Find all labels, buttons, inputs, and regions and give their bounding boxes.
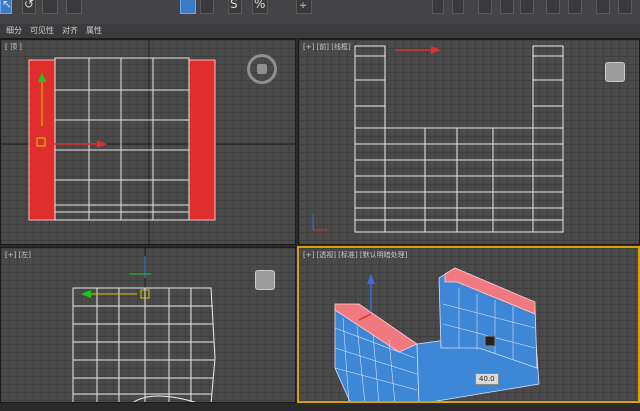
mirror-icon: ⧾ xyxy=(300,0,307,11)
viewcube[interactable] xyxy=(605,62,625,82)
scene-explorer-button[interactable] xyxy=(452,0,464,14)
status-bar xyxy=(0,403,640,411)
value-tooltip: 40.0 xyxy=(475,373,499,385)
tab-properties[interactable]: 属性 xyxy=(86,25,102,36)
viewcube[interactable] xyxy=(255,270,275,290)
render-frame-button[interactable] xyxy=(568,0,582,14)
unlink-button[interactable] xyxy=(66,0,82,14)
curve-editor-button[interactable] xyxy=(478,0,492,14)
render-button[interactable] xyxy=(596,0,610,14)
perspective-mesh xyxy=(334,267,540,401)
snap-icon: S xyxy=(230,0,238,11)
tab-align[interactable]: 对齐 xyxy=(62,25,78,36)
render-setup-button[interactable] xyxy=(546,0,560,14)
tab-subdivision[interactable]: 细分 xyxy=(6,25,22,36)
tab-visibility[interactable]: 可见性 xyxy=(30,25,54,36)
link-button[interactable] xyxy=(42,0,58,14)
undo-icon: ↺ xyxy=(24,0,35,11)
viewport-front[interactable]: [+] [前] [线框] xyxy=(298,39,640,245)
rotate-button[interactable] xyxy=(200,0,214,14)
ribbon-tabs: 细分 可见性 对齐 属性 xyxy=(0,24,640,39)
move-button[interactable] xyxy=(180,0,196,14)
material-editor-button[interactable] xyxy=(520,0,534,14)
viewport-left[interactable]: [+] [左] xyxy=(0,247,296,403)
main-toolbar: ↖ ↺ S % ⧾ xyxy=(0,0,640,25)
schematic-button[interactable] xyxy=(500,0,514,14)
viewport-top[interactable]: [ 顶 ] xyxy=(0,39,296,245)
percent-snap-icon: % xyxy=(254,0,266,11)
front-view-wireframe xyxy=(312,45,564,233)
left-view-mesh xyxy=(72,248,216,402)
render-iterative-button[interactable] xyxy=(618,0,632,14)
layer-button[interactable] xyxy=(432,0,444,14)
viewcube-steering-wheel[interactable] xyxy=(247,54,277,84)
viewport-perspective[interactable]: [+] [透视] [标准] [默认明暗处理] 40.0 xyxy=(297,246,640,403)
select-icon: ↖ xyxy=(2,0,13,11)
